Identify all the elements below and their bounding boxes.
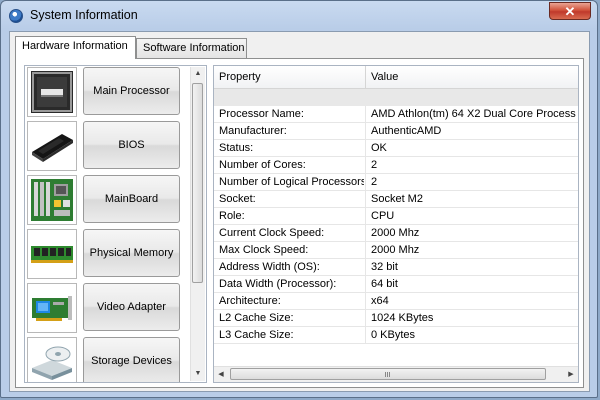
horizontal-scroll-thumb[interactable]	[230, 368, 546, 380]
table-row[interactable]: Role: CPU	[214, 208, 578, 225]
column-header-value[interactable]: Value	[366, 66, 571, 88]
app-window: System Information ✕ Hardware Informatio…	[0, 0, 598, 398]
app-logo-icon	[9, 9, 23, 23]
device-item-physical-memory: Physical Memory	[27, 228, 187, 280]
device-list: Main Processor BIOS MainBoard Physical M…	[24, 65, 207, 383]
table-row[interactable]: Data Width (Processor): 64 bit	[214, 276, 578, 293]
table-row[interactable]: Architecture: x64	[214, 293, 578, 310]
hardware-tab-panel: Main Processor BIOS MainBoard Physical M…	[15, 58, 584, 388]
table-row[interactable]: Address Width (OS): 32 bit	[214, 259, 578, 276]
grid-group-row	[214, 89, 578, 106]
client-area: Hardware Information Software Informatio…	[9, 31, 590, 392]
window-title: System Information	[30, 8, 138, 22]
motherboard-icon	[27, 175, 77, 225]
property-grid: Property Value Processor Name: AMD Athlon…	[213, 65, 579, 383]
table-row[interactable]: Number of Cores: 2	[214, 157, 578, 174]
device-item-mainboard: MainBoard	[27, 174, 187, 226]
device-item-bios: BIOS	[27, 120, 187, 172]
device-item-video-adapter: Video Adapter	[27, 282, 187, 334]
grid-horizontal-scrollbar[interactable]: ◀ ▶	[214, 366, 578, 382]
device-list-vertical-scrollbar[interactable]: ▲ ▼	[190, 67, 205, 381]
table-row[interactable]: Number of Logical Processors: 2	[214, 174, 578, 191]
memory-module-icon	[27, 229, 77, 279]
tab-hardware-information[interactable]: Hardware Information	[15, 36, 136, 59]
grid-header: Property Value	[214, 66, 578, 89]
storage-devices-button[interactable]: Storage Devices	[83, 337, 180, 382]
video-card-icon	[27, 283, 77, 333]
table-row[interactable]: Socket: Socket M2	[214, 191, 578, 208]
bios-button[interactable]: BIOS	[83, 121, 180, 169]
table-row[interactable]: Processor Name: AMD Athlon(tm) 64 X2 Dual…	[214, 106, 578, 123]
column-header-property[interactable]: Property	[214, 66, 365, 88]
tab-software-information[interactable]: Software Information	[136, 38, 247, 58]
video-adapter-button[interactable]: Video Adapter	[83, 283, 180, 331]
bios-chip-icon	[27, 121, 77, 171]
mainboard-button[interactable]: MainBoard	[83, 175, 180, 223]
scroll-down-arrow-icon[interactable]: ▼	[191, 367, 205, 381]
scroll-left-arrow-icon[interactable]: ◀	[214, 367, 228, 382]
scroll-up-arrow-icon[interactable]: ▲	[191, 67, 205, 81]
close-button[interactable]: ✕	[549, 2, 591, 20]
title-bar[interactable]: System Information ✕	[1, 1, 597, 31]
table-row[interactable]: L2 Cache Size: 1024 KBytes	[214, 310, 578, 327]
table-row[interactable]: L3 Cache Size: 0 KBytes	[214, 327, 578, 344]
table-row[interactable]: Manufacturer: AuthenticAMD	[214, 123, 578, 140]
device-item-main-processor: Main Processor	[27, 66, 187, 118]
table-row[interactable]: Status: OK	[214, 140, 578, 157]
table-row[interactable]: Current Clock Speed: 2000 Mhz	[214, 225, 578, 242]
storage-drive-icon	[27, 337, 77, 382]
device-item-storage-devices: Storage Devices	[27, 336, 187, 382]
main-processor-button[interactable]: Main Processor	[83, 67, 180, 115]
physical-memory-button[interactable]: Physical Memory	[83, 229, 180, 277]
scroll-right-arrow-icon[interactable]: ▶	[564, 367, 578, 382]
cpu-icon	[27, 67, 77, 117]
vertical-scroll-thumb[interactable]	[192, 83, 203, 283]
table-row[interactable]: Max Clock Speed: 2000 Mhz	[214, 242, 578, 259]
